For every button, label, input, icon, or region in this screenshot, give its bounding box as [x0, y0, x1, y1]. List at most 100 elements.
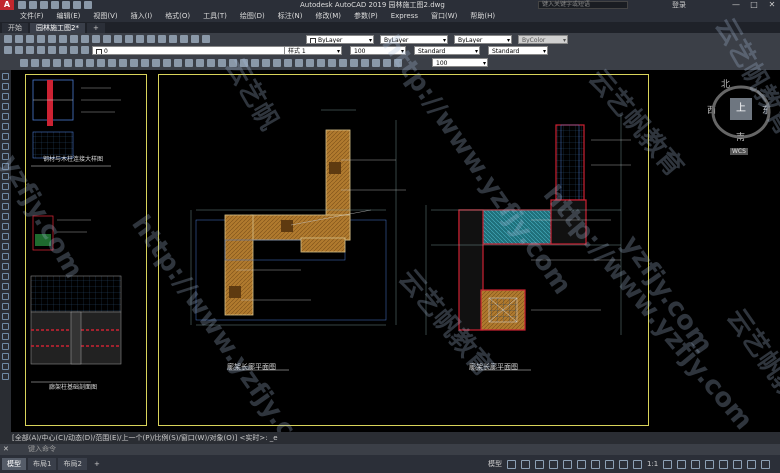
- paste-icon[interactable]: [92, 35, 100, 43]
- layer-color-icon[interactable]: [59, 46, 67, 54]
- stretch-icon[interactable]: [262, 59, 270, 67]
- ortho-icon[interactable]: [535, 459, 544, 469]
- break-icon[interactable]: [295, 59, 303, 67]
- zoom-realtime-icon[interactable]: [147, 35, 155, 43]
- save-as-icon[interactable]: [51, 1, 59, 9]
- fillet-icon[interactable]: [328, 59, 336, 67]
- extend-icon[interactable]: [284, 59, 292, 67]
- close-button[interactable]: ✕: [766, 0, 778, 10]
- menu-dimension[interactable]: 标注(N): [278, 11, 303, 21]
- dimension-radius-icon[interactable]: [130, 59, 138, 67]
- layer-previous-icon[interactable]: [70, 46, 78, 54]
- properties-icon[interactable]: [180, 35, 188, 43]
- palette-circle-icon[interactable]: [2, 133, 9, 140]
- model-space-label[interactable]: 模型: [488, 459, 502, 469]
- palette-mtext-icon[interactable]: [2, 253, 9, 260]
- zoom-window-icon[interactable]: [158, 35, 166, 43]
- pan-icon[interactable]: [136, 35, 144, 43]
- drawing-canvas[interactable]: 钢材与木柱连接大样图 廊架柱基础剖面图 廊架长廊平面图 廊架长廊平面图: [11, 70, 780, 432]
- zoom-previous-icon[interactable]: [169, 35, 177, 43]
- layer-isolate-icon[interactable]: [81, 46, 89, 54]
- maximize-button[interactable]: □: [748, 0, 760, 10]
- menu-tools[interactable]: 工具(T): [203, 11, 227, 21]
- tab-layout2[interactable]: 布局2: [58, 458, 87, 470]
- table-style-dropdown[interactable]: Standard ▾: [488, 46, 548, 55]
- palette-revcloud-icon[interactable]: [2, 143, 9, 150]
- annotation-visibility-icon[interactable]: [633, 459, 642, 469]
- tab-model[interactable]: 模型: [2, 458, 26, 470]
- menu-parametric[interactable]: 参数(P): [354, 11, 378, 21]
- tab-new[interactable]: +: [86, 23, 105, 33]
- design-center-icon[interactable]: [191, 35, 199, 43]
- palette-trim-icon[interactable]: [2, 353, 9, 360]
- redo-icon[interactable]: [125, 35, 133, 43]
- palette-rectangle-icon[interactable]: [2, 113, 9, 120]
- workspace-gear-icon[interactable]: [663, 459, 673, 469]
- array-icon[interactable]: [229, 59, 237, 67]
- erase-icon[interactable]: [350, 59, 358, 67]
- copy-object-icon[interactable]: [196, 59, 204, 67]
- linetype-dropdown[interactable]: ByLayer ▾: [380, 35, 448, 44]
- new-file-icon[interactable]: [18, 1, 26, 9]
- tool-palettes-icon[interactable]: [202, 35, 210, 43]
- menu-draw[interactable]: 绘图(D): [240, 11, 265, 21]
- palette-line-icon[interactable]: [2, 73, 9, 80]
- open-file-icon[interactable]: [29, 1, 37, 9]
- app-logo-button[interactable]: A: [0, 0, 14, 10]
- palette-stretch-icon[interactable]: [2, 343, 9, 350]
- polyline-icon[interactable]: [31, 59, 39, 67]
- copy-icon[interactable]: [81, 35, 89, 43]
- palette-insert-block-icon[interactable]: [2, 183, 9, 190]
- add-layout-button[interactable]: +: [89, 458, 105, 470]
- dimension-aligned-icon[interactable]: [119, 59, 127, 67]
- polar-icon[interactable]: [549, 459, 558, 469]
- dim-update-icon[interactable]: [361, 59, 369, 67]
- palette-gradient-icon[interactable]: [2, 223, 9, 230]
- layer-dropdown[interactable]: 0▾: [92, 46, 292, 55]
- lineweight-icon[interactable]: [591, 459, 600, 469]
- palette-region-icon[interactable]: [2, 233, 9, 240]
- trim-icon[interactable]: [273, 59, 281, 67]
- palette-ellipse-icon[interactable]: [2, 163, 9, 170]
- menu-modify[interactable]: 修改(M): [315, 11, 341, 21]
- palette-extend-icon[interactable]: [2, 363, 9, 370]
- menu-format[interactable]: 格式(O): [165, 11, 190, 21]
- dimension-angle-icon[interactable]: [141, 59, 149, 67]
- annotation-monitor-icon[interactable]: [677, 459, 687, 469]
- quick-properties-icon[interactable]: [705, 459, 715, 469]
- mirror-icon[interactable]: [207, 59, 215, 67]
- palette-hatch-icon[interactable]: [2, 213, 9, 220]
- save-icon[interactable]: [26, 35, 34, 43]
- tab-layout1[interactable]: 布局1: [28, 458, 57, 470]
- palette-point-icon[interactable]: [2, 203, 9, 210]
- wcs-menu[interactable]: WCS: [730, 148, 748, 155]
- dim-text-edit-icon[interactable]: [383, 59, 391, 67]
- grid-icon[interactable]: [507, 459, 516, 469]
- sun-icon[interactable]: [37, 46, 45, 54]
- tab-start[interactable]: 开始: [2, 23, 28, 33]
- menu-express[interactable]: Express: [391, 12, 418, 20]
- snap-icon[interactable]: [521, 459, 530, 469]
- block-icon[interactable]: [97, 59, 105, 67]
- palette-arc-icon[interactable]: [2, 123, 9, 130]
- dimension-linear-icon[interactable]: [108, 59, 116, 67]
- palette-mirror-icon[interactable]: [2, 283, 9, 290]
- rotate-icon[interactable]: [240, 59, 248, 67]
- command-input[interactable]: ✕ 键入命令: [0, 444, 780, 455]
- tab-drawing[interactable]: 园林施工图2*: [30, 23, 85, 33]
- units-icon[interactable]: [691, 459, 701, 469]
- plotstyle-dropdown[interactable]: ByColor ▾: [518, 35, 568, 44]
- zoom-dropdown[interactable]: 100 ▾: [432, 58, 488, 67]
- hardware-acceleration-icon[interactable]: [733, 459, 743, 469]
- preview-icon[interactable]: [48, 35, 56, 43]
- rectangle-icon[interactable]: [64, 59, 72, 67]
- line-icon[interactable]: [20, 59, 28, 67]
- redo-icon[interactable]: [84, 1, 92, 9]
- chamfer-icon[interactable]: [317, 59, 325, 67]
- hatch-icon[interactable]: [75, 59, 83, 67]
- scale-icon[interactable]: [251, 59, 259, 67]
- save-icon[interactable]: [40, 1, 48, 9]
- menu-window[interactable]: 窗口(W): [431, 11, 457, 21]
- otrack-icon[interactable]: [577, 459, 586, 469]
- menu-help[interactable]: 帮助(H): [470, 11, 495, 21]
